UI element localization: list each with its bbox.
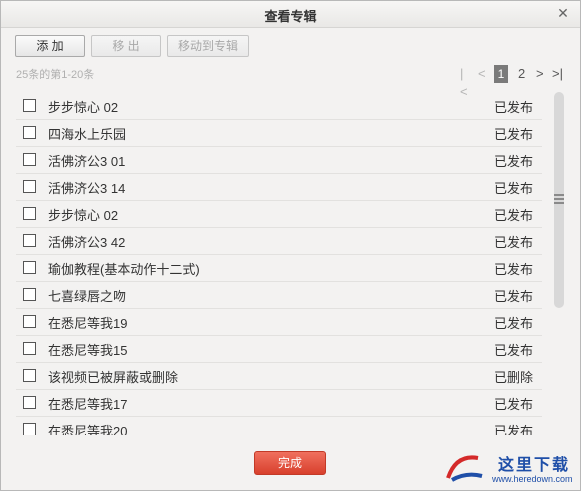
list-item[interactable]: 该视频已被屏蔽或删除 已删除 (16, 362, 542, 390)
item-title: 活佛济公3 14 (48, 181, 126, 196)
remove-button[interactable]: 移 出 (91, 35, 161, 57)
item-status: 已删除 (493, 370, 533, 385)
item-checkbox[interactable] (23, 126, 36, 139)
next-page-icon[interactable]: > (536, 65, 544, 83)
list-item[interactable]: 七喜绿唇之吻 已发布 (16, 281, 542, 309)
item-status: 已发布 (493, 154, 533, 169)
item-title: 在悉尼等我20 (48, 424, 128, 435)
item-title: 瑜伽教程(基本动作十二式) (48, 262, 200, 277)
item-title: 活佛济公3 42 (48, 235, 126, 250)
list-item[interactable]: 在悉尼等我20 已发布 (16, 416, 542, 435)
item-checkbox[interactable] (23, 99, 36, 112)
watermark-text: 这里下载 (498, 457, 571, 474)
item-checkbox[interactable] (23, 342, 36, 355)
item-checkbox[interactable] (23, 423, 36, 435)
watermark-url: www.heredown.com (492, 474, 573, 484)
list-item[interactable]: 步步惊心 02 已发布 (16, 92, 542, 120)
item-title: 在悉尼等我15 (48, 343, 128, 358)
list-item[interactable]: 活佛济公3 01 已发布 (16, 146, 542, 174)
item-status: 已发布 (493, 262, 533, 277)
video-list: 步步惊心 02 已发布 四海水上乐园 已发布 活佛济公3 01 已发布 活佛济公3 14 已发… (16, 92, 542, 435)
item-status: 已发布 (493, 127, 533, 142)
item-status: 已发布 (493, 208, 533, 223)
last-page-icon[interactable]: >| (552, 65, 563, 83)
list-item[interactable]: 在悉尼等我17 已发布 (16, 389, 542, 417)
page-1[interactable]: 1 (494, 65, 508, 83)
item-status: 已发布 (493, 397, 533, 412)
item-checkbox[interactable] (23, 288, 36, 301)
item-checkbox[interactable] (23, 396, 36, 409)
item-status: 已发布 (493, 235, 533, 250)
list-item[interactable]: 四海水上乐园 已发布 (16, 119, 542, 147)
prev-page-icon[interactable]: < (478, 65, 486, 83)
list-item[interactable]: 活佛济公3 42 已发布 (16, 227, 542, 255)
item-title: 在悉尼等我17 (48, 397, 128, 412)
item-checkbox[interactable] (23, 234, 36, 247)
list-item[interactable]: 在悉尼等我15 已发布 (16, 335, 542, 363)
add-button[interactable]: 添 加 (15, 35, 85, 57)
list-item[interactable]: 步步惊心 02 已发布 (16, 200, 542, 228)
item-checkbox[interactable] (23, 153, 36, 166)
item-checkbox[interactable] (23, 261, 36, 274)
page-2[interactable]: 2 (518, 65, 525, 83)
item-status: 已发布 (493, 181, 533, 196)
move-to-album-button[interactable]: 移动到专辑 (167, 35, 249, 57)
item-status: 已发布 (493, 424, 533, 435)
list-item[interactable]: 瑜伽教程(基本动作十二式) 已发布 (16, 254, 542, 282)
item-status: 已发布 (493, 316, 533, 331)
item-title: 七喜绿唇之吻 (48, 289, 127, 304)
item-checkbox[interactable] (23, 180, 36, 193)
item-title: 在悉尼等我19 (48, 316, 128, 331)
item-checkbox[interactable] (23, 207, 36, 220)
item-title: 该视频已被屏蔽或删除 (48, 370, 179, 385)
scrollbar[interactable] (554, 92, 564, 435)
item-status: 已发布 (493, 343, 533, 358)
item-title: 四海水上乐园 (48, 127, 127, 142)
list-item[interactable]: 活佛济公3 14 已发布 (16, 173, 542, 201)
item-title: 步步惊心 02 (48, 208, 119, 223)
item-checkbox[interactable] (23, 315, 36, 328)
close-icon[interactable]: ✕ (555, 5, 571, 21)
result-summary: 25条的第1-20条 (16, 69, 95, 81)
item-status: 已发布 (493, 289, 533, 304)
list-item[interactable]: 在悉尼等我19 已发布 (16, 308, 542, 336)
titlebar: 查看专辑 ✕ (1, 1, 580, 28)
dialog-title: 查看专辑 (264, 9, 317, 24)
item-title: 步步惊心 02 (48, 100, 119, 115)
item-title: 活佛济公3 01 (48, 154, 126, 169)
done-button[interactable]: 完成 (254, 451, 326, 475)
item-checkbox[interactable] (23, 369, 36, 382)
item-status: 已发布 (493, 100, 533, 115)
scrollbar-grip-icon (554, 194, 564, 206)
watermark-logo (446, 455, 483, 482)
